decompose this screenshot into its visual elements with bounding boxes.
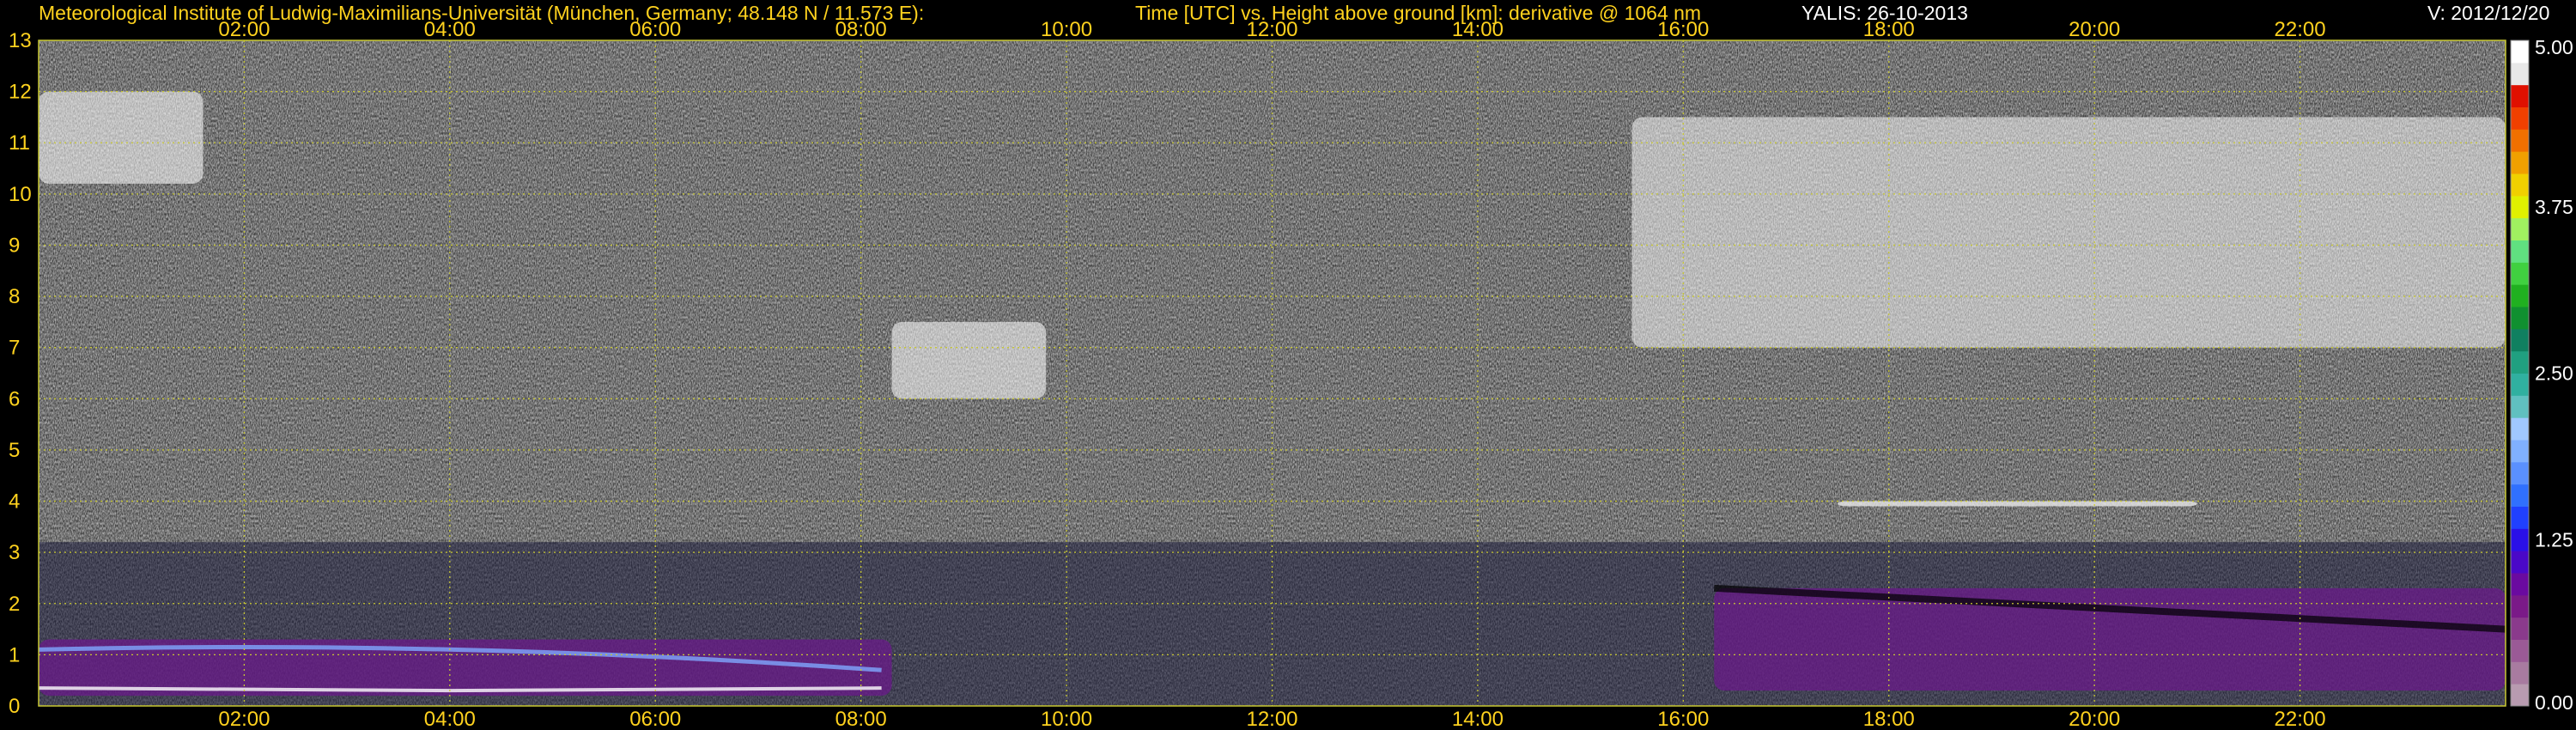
y-tick-label: 7 (9, 337, 20, 360)
colorbar-segment (2511, 373, 2529, 396)
colorbar-segment (2511, 84, 2529, 107)
x-tick-label-bottom: 18:00 (1863, 708, 1915, 730)
x-tick-label-bottom: 08:00 (835, 708, 887, 730)
y-tick-label: 10 (9, 183, 32, 206)
colorbar-segment (2511, 62, 2529, 86)
colorbar-tick-label: 3.75 (2535, 196, 2573, 218)
colorbar-segment (2511, 350, 2529, 374)
y-tick-label: 11 (9, 131, 30, 155)
colorbar-segment (2511, 684, 2529, 707)
colorbar-segment (2511, 262, 2529, 285)
colorbar-segment (2511, 284, 2529, 307)
x-tick-label-bottom: 14:00 (1452, 708, 1504, 730)
colorbar-segment (2511, 617, 2529, 640)
colorbar: 5.00 3.75 2.50 1.25 0.00 (2510, 36, 2573, 714)
colorbar-tick-label: 1.25 (2535, 528, 2573, 551)
colorbar-tick-label: 5.00 (2535, 36, 2573, 58)
y-tick-label: 13 (9, 29, 32, 52)
x-tick-label-top: 06:00 (629, 18, 681, 41)
x-tick-label-top: 20:00 (2069, 18, 2120, 41)
x-tick-label-bottom: 22:00 (2275, 708, 2326, 730)
colorbar-segment (2511, 328, 2529, 352)
feature-2 (1837, 501, 2197, 507)
colorbar-segment (2511, 594, 2529, 618)
x-tick-label-bottom: 02:00 (218, 708, 270, 730)
y-tick-label: 2 (9, 593, 20, 616)
y-tick-label: 3 (9, 541, 20, 564)
colorbar-segment (2511, 417, 2529, 441)
colorbar-segment (2511, 551, 2529, 574)
lidar-plot: 02:00 02:00 04:00 04:00 06:00 06:00 08:00 08:00… (9, 18, 2573, 730)
colorbar-segment (2511, 639, 2529, 662)
x-tick-label-bottom: 06:00 (629, 708, 681, 730)
colorbar-segment (2511, 195, 2529, 219)
feature-3 (891, 321, 1047, 399)
colorbar-tick-label: 2.50 (2535, 362, 2573, 385)
x-tick-label-bottom: 16:00 (1657, 708, 1709, 730)
x-tick-label-bottom: 04:00 (424, 708, 476, 730)
y-tick-label: 0 (9, 695, 20, 718)
colorbar-tick-label: 0.00 (2535, 691, 2573, 714)
colorbar-segment (2511, 661, 2529, 684)
x-tick-label-top: 02:00 (218, 18, 270, 41)
colorbar-segment (2511, 173, 2529, 197)
y-tick-label: 9 (9, 234, 20, 257)
colorbar-segment (2511, 307, 2529, 330)
y-tick-label: 5 (9, 439, 20, 462)
colorbar-segment (2511, 217, 2529, 240)
y-tick-label: 12 (9, 81, 32, 104)
x-tick-label-top: 12:00 (1246, 18, 1297, 41)
colorbar-segment (2511, 129, 2529, 152)
colorbar-segment (2511, 528, 2529, 551)
colorbar-segment (2511, 40, 2529, 64)
x-tick-label-top: 14:00 (1452, 18, 1504, 41)
x-tick-label-top: 22:00 (2275, 18, 2326, 41)
colorbar-segment (2511, 151, 2529, 174)
colorbar-segment (2511, 573, 2529, 596)
y-tick-label: 8 (9, 285, 20, 308)
x-tick-label-top: 10:00 (1041, 18, 1092, 41)
x-tick-label-top: 18:00 (1863, 18, 1915, 41)
colorbar-segment (2511, 106, 2529, 130)
y-tick-label: 6 (9, 387, 20, 411)
feature-4 (1631, 117, 2506, 348)
x-tick-label-top: 04:00 (424, 18, 476, 41)
x-tick-label-bottom: 10:00 (1041, 708, 1092, 730)
y-tick-label: 4 (9, 490, 20, 514)
y-tick-label: 1 (9, 643, 20, 666)
x-tick-label-top: 08:00 (835, 18, 887, 41)
colorbar-segment (2511, 240, 2529, 263)
colorbar-segment (2511, 395, 2529, 418)
feature-5 (39, 91, 204, 184)
colorbar-segment (2511, 440, 2529, 463)
colorbar-segment (2511, 506, 2529, 529)
x-tick-label-bottom: 20:00 (2069, 708, 2120, 730)
colorbar-segment (2511, 461, 2529, 485)
colorbar-segment (2511, 484, 2529, 507)
x-tick-label-top: 16:00 (1657, 18, 1709, 41)
x-tick-label-bottom: 12:00 (1246, 708, 1297, 730)
